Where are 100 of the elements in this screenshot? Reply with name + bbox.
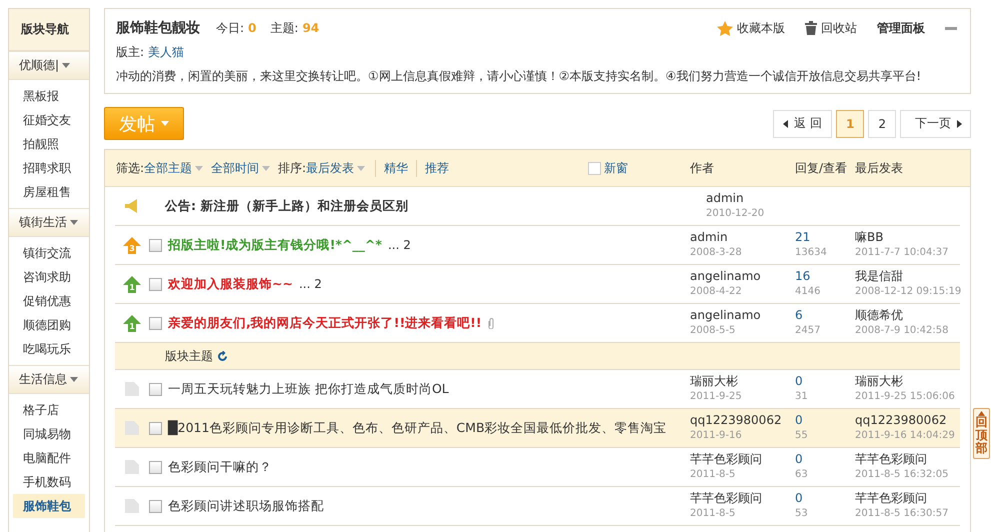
sidebar-item[interactable]: 格子店 (13, 398, 85, 422)
sort-dropdown[interactable]: 最后发表 (306, 160, 366, 176)
reply-count[interactable]: 0 (795, 491, 855, 506)
last-poster[interactable]: 嘛BB (855, 230, 960, 245)
paperclip-icon (488, 318, 494, 328)
header-link[interactable]: 管理面板 (877, 20, 925, 36)
thread-title[interactable]: 招版主啦!成为版主有钱分哦!*^__^* (168, 235, 382, 255)
sidebar-title: 版块导航 (21, 21, 69, 38)
time-dropdown[interactable]: 全部时间 (211, 160, 270, 176)
caret-icon (70, 220, 78, 225)
caret-icon (161, 121, 169, 126)
trash-icon (805, 21, 817, 35)
checkbox[interactable] (149, 382, 162, 396)
sidebar-item[interactable]: 咨询求助 (13, 265, 85, 289)
caret-icon (62, 63, 70, 68)
right-arrow-icon (957, 120, 962, 128)
next-page-button[interactable]: 下一页 (900, 110, 971, 138)
announcement-title[interactable]: 公告: 新注册（新手上路）和注册会员区别 (165, 196, 408, 216)
post-date: 2008-4-22 (690, 285, 743, 299)
header-link[interactable]: 收藏本版 (717, 20, 785, 36)
sidebar-item[interactable]: 顺德团购 (13, 313, 85, 337)
view-count: 4146 (795, 285, 822, 299)
author-name[interactable]: 芊芊色彩顾问 (690, 452, 795, 467)
last-poster[interactable]: qq1223980062 (855, 413, 960, 428)
reply-count[interactable]: 16 (795, 269, 855, 284)
author-name[interactable]: angelinamo (690, 308, 795, 323)
sidebar-item[interactable]: 黑板报 (13, 84, 85, 108)
column-header: 作者 (690, 160, 715, 176)
thread-title[interactable]: 一周五天玩转魅力上班族 把你打造成气质时尚OL (168, 379, 449, 399)
checkbox[interactable] (149, 316, 162, 330)
sidebar-item[interactable]: 促销优惠 (13, 289, 85, 313)
today-count: 0 (248, 21, 256, 35)
page-link[interactable]: ... 2 (388, 238, 411, 252)
post-date: 2008-3-28 (690, 246, 743, 260)
collapse-icon[interactable] (945, 26, 957, 30)
sidebar-item[interactable]: 服饰鞋包 (13, 494, 85, 518)
reply-count[interactable]: 0 (795, 413, 855, 428)
checkbox[interactable] (149, 278, 162, 290)
view-count: 53 (795, 507, 809, 521)
thread-title[interactable]: 亲爱的朋友们,我的网店今天正式开张了!!进来看看吧!! (168, 313, 482, 333)
last-poster[interactable]: 顺德希优 (855, 308, 960, 323)
reply-count[interactable]: 6 (795, 308, 855, 323)
reply-count[interactable]: 0 (795, 452, 855, 467)
sidebar-item[interactable]: 征婚交友 (13, 108, 85, 132)
author-name[interactable]: qq1223980062 (690, 413, 795, 428)
sidebar-group[interactable]: 优顺德| (9, 51, 89, 80)
reply-count[interactable]: 21 (795, 230, 855, 245)
thread-title[interactable]: 色彩顾问干嘛的？ (168, 457, 272, 477)
last-poster[interactable]: 瑞丽大彬 (855, 374, 960, 389)
view-count: 2457 (795, 324, 822, 338)
filter-link[interactable]: 推荐 (416, 160, 458, 176)
left-arrow-icon (783, 120, 788, 128)
post-date: 2010-12-20 (706, 207, 766, 221)
thread-title[interactable]: 色彩顾问讲述职场服饰搭配 (168, 496, 324, 516)
last-poster[interactable]: 芊芊色彩顾问 (855, 452, 960, 467)
refresh-icon[interactable] (217, 350, 228, 362)
level-number: 1 (128, 322, 136, 330)
document-icon (124, 498, 140, 514)
header-link[interactable]: 回收站 (805, 20, 857, 36)
checkbox[interactable] (149, 500, 162, 512)
level-number: 3 (128, 244, 136, 252)
checkbox[interactable] (149, 422, 162, 434)
sidebar-item[interactable]: 招聘求职 (13, 156, 85, 180)
checkbox[interactable] (149, 460, 162, 474)
last-poster[interactable]: 我是信甜 (855, 269, 960, 284)
author-name[interactable]: angelinamo (690, 269, 795, 284)
sidebar-item[interactable]: 电脑配件 (13, 446, 85, 470)
sidebar-group[interactable]: 生活信息 (9, 365, 89, 394)
column-header: 最后发表 (855, 160, 903, 176)
sidebar-item[interactable]: 同城易物 (13, 422, 85, 446)
page-button[interactable]: 2 (868, 110, 896, 138)
sidebar-item[interactable]: 手机数码 (13, 470, 85, 494)
author-name[interactable]: admin (706, 191, 811, 206)
filter-link[interactable]: 精华 (375, 160, 416, 176)
page-link[interactable]: ... 2 (298, 277, 322, 291)
thread-title[interactable]: 欢迎加入服装服饰~~ (168, 274, 293, 294)
author-name[interactable]: admin (690, 230, 795, 245)
last-poster[interactable]: 芊芊色彩顾问 (855, 491, 960, 506)
sidebar-item[interactable]: 镇街交流 (13, 241, 85, 265)
checkbox[interactable] (588, 162, 601, 174)
thread-title[interactable]: █2011色彩顾问专用诊断工具、色布、色研产品、CMB彩妆全国最低价批发、零售淘宝 (168, 418, 667, 438)
topics-count: 94 (302, 21, 320, 35)
column-header: 回复/查看 (795, 160, 848, 176)
sort-label: 排序: (278, 160, 306, 176)
author-name[interactable]: 瑞丽大彬 (690, 374, 795, 389)
filter-label: 筛选: (116, 160, 144, 176)
sidebar-group[interactable]: 镇街生活 (9, 208, 89, 237)
reply-count[interactable]: 0 (795, 374, 855, 389)
author-name[interactable]: 芊芊色彩顾问 (690, 491, 795, 506)
checkbox[interactable] (149, 238, 162, 252)
new-window-label[interactable]: 新窗 (604, 160, 628, 176)
today-label: 今日: (216, 20, 244, 36)
back-button[interactable]: 返 回 (773, 110, 832, 138)
sidebar-item[interactable]: 拍靓照 (13, 132, 85, 156)
sidebar-item[interactable]: 吃喝玩乐 (13, 337, 85, 361)
back-to-top-button[interactable]: 回顶部 (973, 408, 990, 459)
sidebar-item[interactable]: 房屋租售 (13, 180, 85, 204)
post-date: 2011-9-16 (690, 429, 743, 443)
filter-dropdown[interactable]: 全部主题 (144, 160, 204, 176)
moderator-link[interactable]: 美人猫 (148, 44, 184, 61)
